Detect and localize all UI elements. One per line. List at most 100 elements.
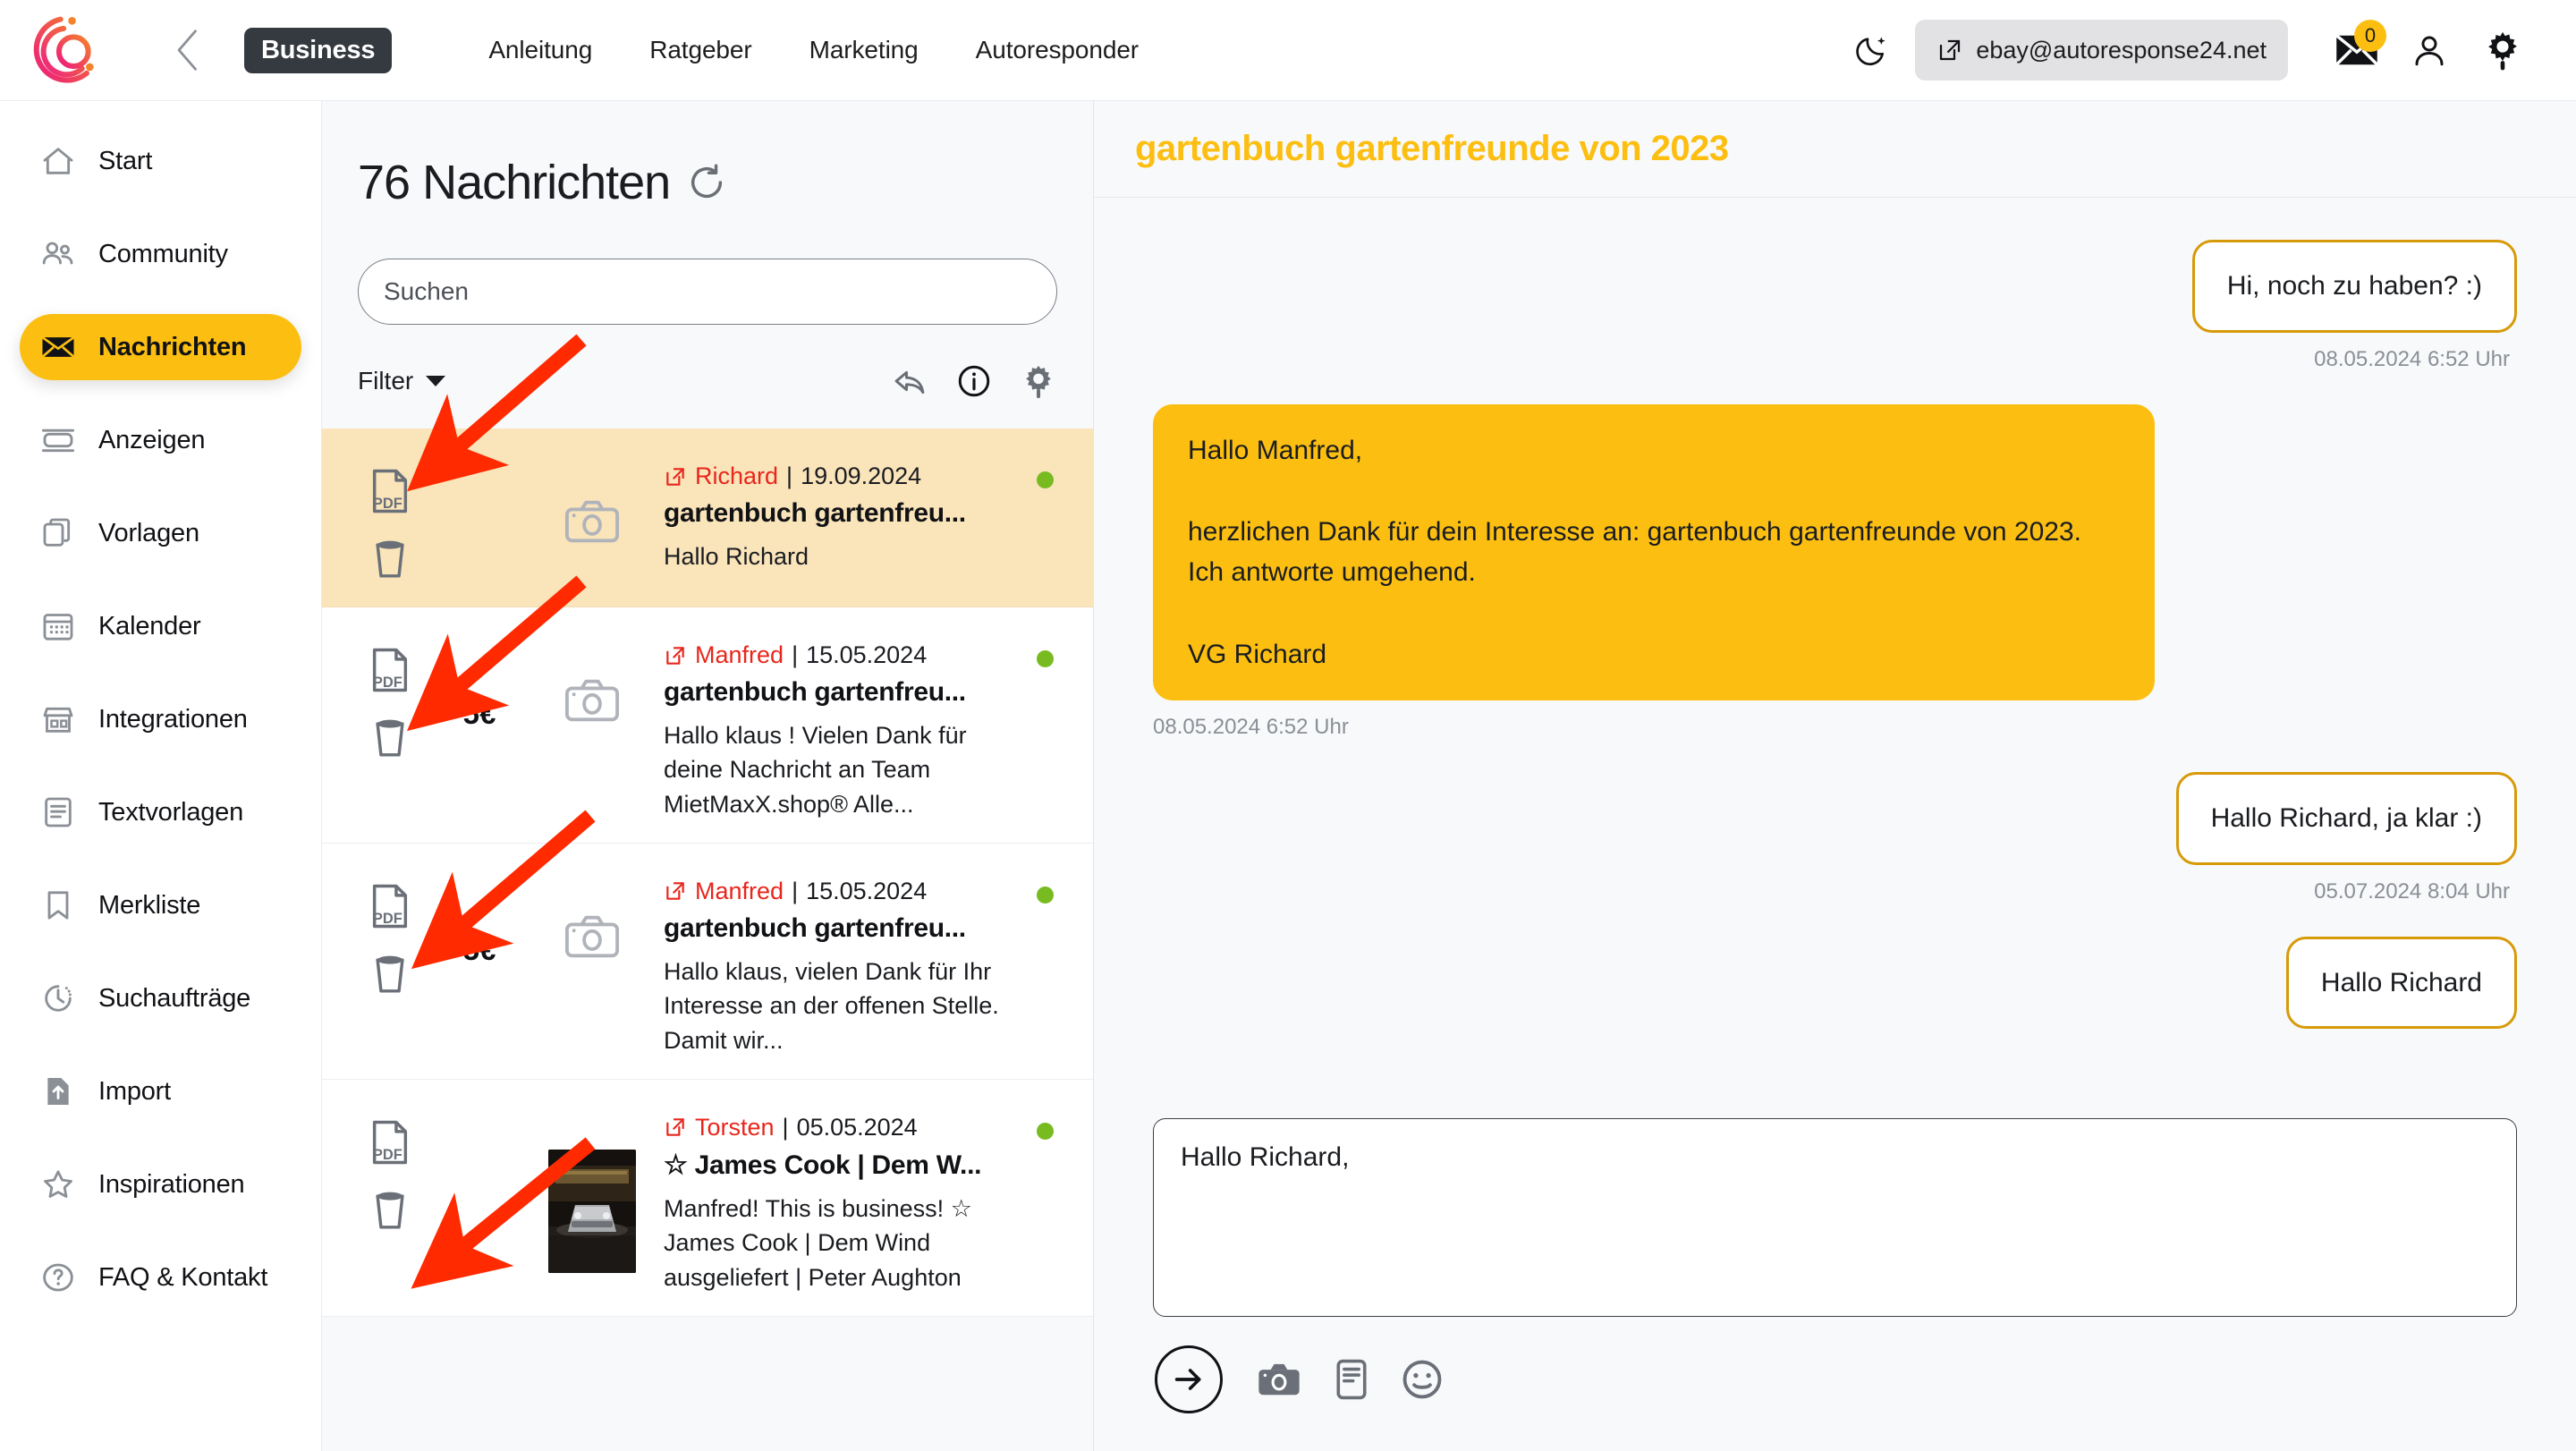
row-separator: |	[786, 462, 793, 489]
attach-photo-button[interactable]	[1257, 1360, 1301, 1399]
sidebar-label: Textvorlagen	[98, 797, 244, 827]
list-settings-button[interactable]	[1020, 362, 1057, 400]
row-meta: Manfred | 15.05.2024	[664, 878, 1043, 905]
camera-placeholder-icon	[564, 498, 620, 545]
primary-nav: Anleitung Ratgeber Marketing Autorespond…	[460, 27, 1167, 73]
trash-icon[interactable]	[369, 1185, 411, 1232]
sidebar-label: Anzeigen	[98, 425, 206, 454]
filter-label: Filter	[358, 367, 414, 395]
info-button[interactable]	[955, 362, 993, 400]
message-bubble: Hallo Manfred, herzlichen Dank für dein …	[1153, 403, 2155, 701]
row-snippet: Manfred! This is business! ☆ James Cook …	[664, 1194, 972, 1291]
row-sender: Torsten	[695, 1113, 775, 1141]
camera-placeholder-icon	[564, 913, 620, 960]
user-profile-button[interactable]	[2392, 18, 2467, 82]
sidebar-label: Community	[98, 239, 228, 268]
filter-dropdown[interactable]: Filter	[358, 367, 446, 395]
nav-link-marketing[interactable]: Marketing	[781, 27, 947, 73]
external-link-icon[interactable]	[664, 465, 687, 488]
row-date: 15.05.2024	[806, 641, 928, 668]
row-thumbnail[interactable]	[521, 627, 664, 821]
row-thumbnail[interactable]	[521, 1099, 664, 1294]
sidebar-label: Kalender	[98, 611, 201, 641]
nav-link-anleitung[interactable]: Anleitung	[460, 27, 621, 73]
sidebar-label: Merkliste	[98, 890, 201, 920]
row-thumbnail[interactable]	[521, 448, 664, 585]
compose-input[interactable]	[1153, 1118, 2517, 1317]
table-row[interactable]: PDF	[322, 1079, 1093, 1317]
sidebar-label: FAQ & Kontakt	[98, 1262, 268, 1292]
sidebar-item-faq-kontakt[interactable]: FAQ & Kontakt	[20, 1244, 301, 1311]
pdf-file-icon[interactable]: PDF	[369, 468, 411, 514]
conversation-scroll[interactable]: Hi, noch zu haben? :) 08.05.2024 6:52 Uh…	[1094, 199, 2576, 1147]
list-toolbar-icons	[891, 362, 1057, 400]
chat-message: Hallo Manfred, herzlichen Dank für dein …	[1153, 403, 2517, 741]
refresh-button[interactable]	[686, 162, 727, 203]
sidebar-item-kalender[interactable]: Kalender	[20, 593, 301, 659]
emoji-button[interactable]	[1402, 1359, 1443, 1400]
pdf-file-icon[interactable]: PDF	[369, 883, 411, 929]
message-bubble: Hallo Richard	[2285, 936, 2517, 1030]
plan-badge[interactable]: Business	[244, 27, 393, 73]
trash-icon[interactable]	[369, 713, 411, 759]
external-link-icon[interactable]	[664, 879, 687, 903]
conversation-header: gartenbuch gartenfreunde von 2023	[1094, 101, 2576, 198]
account-email-pill[interactable]: ebay@autoresponse24.net	[1915, 20, 2288, 81]
svg-text:PDF: PDF	[373, 1147, 402, 1163]
sidebar-item-suchauftraege[interactable]: Suchaufträge	[20, 965, 301, 1031]
send-button[interactable]	[1155, 1345, 1223, 1413]
row-meta: Torsten | 05.05.2024	[664, 1114, 1043, 1141]
sidebar-item-merkliste[interactable]: Merkliste	[20, 872, 301, 938]
calendar-icon	[39, 607, 77, 645]
pdf-file-icon[interactable]: PDF	[369, 647, 411, 693]
insert-template-button[interactable]	[1335, 1359, 1368, 1400]
row-subject: ☆ James Cook | Dem W...	[664, 1150, 982, 1180]
pdf-file-icon[interactable]: PDF	[369, 1119, 411, 1166]
settings-button[interactable]	[2467, 18, 2538, 82]
sidebar-item-start[interactable]: Start	[20, 128, 301, 194]
row-thumbnail[interactable]	[521, 863, 664, 1057]
sidebar-item-nachrichten[interactable]: Nachrichten	[20, 314, 301, 380]
dark-mode-toggle[interactable]	[1840, 18, 1904, 82]
info-circle-icon	[958, 365, 990, 397]
message-count: 76 Nachrichten	[358, 156, 671, 209]
ad-banner-icon	[39, 421, 77, 459]
search-field-wrap[interactable]	[358, 259, 1057, 325]
page-title: gartenbuch gartenfreunde von 2023	[1135, 129, 1729, 168]
sidebar-item-import[interactable]: Import	[20, 1058, 301, 1124]
sidebar-label: Suchaufträge	[98, 983, 251, 1013]
user-icon	[2415, 36, 2444, 66]
sidebar-label: Start	[98, 146, 153, 175]
table-row[interactable]: PDF 5€ Manfred | 15.05.2024 gartenbuch g…	[322, 607, 1093, 844]
camera-icon	[1258, 1363, 1300, 1396]
sidebar-item-textvorlagen[interactable]: Textvorlagen	[20, 779, 301, 845]
messages-icon-button[interactable]: 0	[2322, 18, 2392, 82]
trash-icon[interactable]	[369, 534, 411, 581]
table-row[interactable]: PDF 5€ Manfred | 15.05.2024 gartenbuch g…	[322, 843, 1093, 1080]
external-link-icon[interactable]	[664, 644, 687, 667]
sidebar-item-anzeigen[interactable]: Anzeigen	[20, 407, 301, 473]
sidebar-item-integrationen[interactable]: Integrationen	[20, 686, 301, 752]
sidebar-item-community[interactable]: Community	[20, 221, 301, 287]
reply-all-button[interactable]	[891, 362, 928, 400]
row-content: Manfred | 15.05.2024 gartenbuch gartenfr…	[664, 627, 1093, 821]
nav-link-autoresponder[interactable]: Autoresponder	[947, 27, 1167, 73]
sidebar-item-inspirationen[interactable]: Inspirationen	[20, 1151, 301, 1218]
back-button[interactable]	[139, 27, 237, 73]
row-subject: gartenbuch gartenfreu...	[664, 912, 966, 943]
chevron-left-icon	[177, 30, 197, 71]
table-row[interactable]: PDF	[322, 429, 1093, 607]
status-badge	[1037, 471, 1054, 488]
star-icon	[39, 1166, 77, 1203]
row-content: Manfred | 15.05.2024 gartenbuch gartenfr…	[664, 863, 1093, 1057]
sidebar-item-vorlagen[interactable]: Vorlagen	[20, 500, 301, 566]
row-price: 5€	[462, 697, 496, 730]
search-input[interactable]	[384, 277, 1031, 306]
compose-toolbar	[1153, 1345, 2517, 1413]
nav-link-ratgeber[interactable]: Ratgeber	[621, 27, 780, 73]
message-bubble: Hallo Richard, ja klar :)	[2175, 772, 2517, 865]
message-list-panel: 76 Nachrichten Filter	[322, 101, 1094, 1451]
brand-logo[interactable]	[0, 0, 139, 101]
trash-icon[interactable]	[369, 949, 411, 996]
external-link-icon[interactable]	[664, 1116, 687, 1139]
